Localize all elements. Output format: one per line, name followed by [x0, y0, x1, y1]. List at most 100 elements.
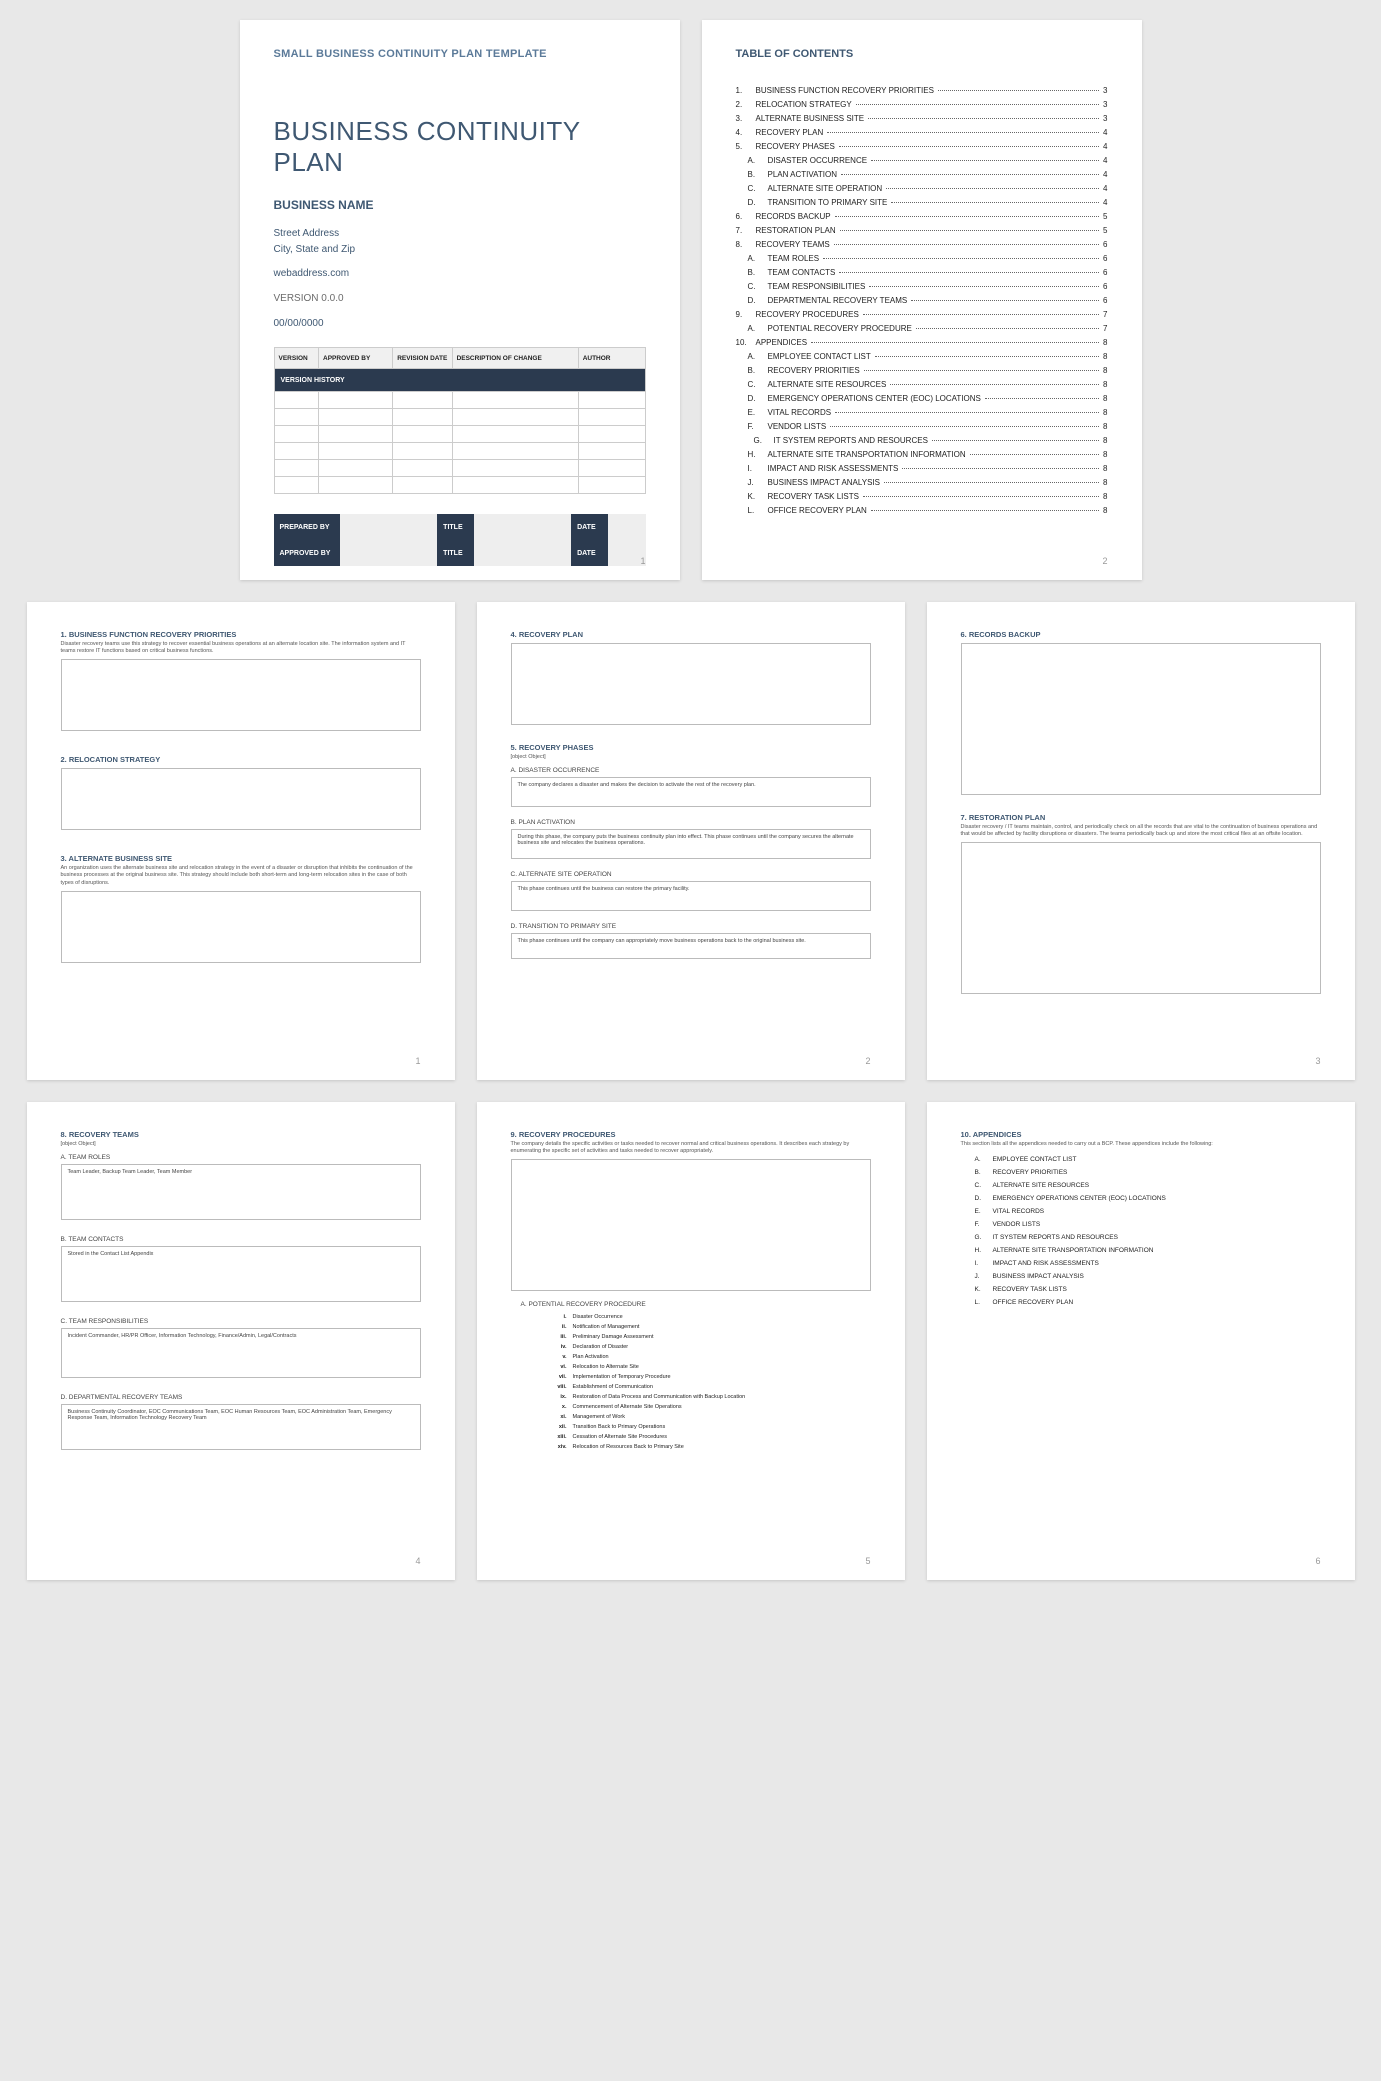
sec-2-box [61, 768, 421, 830]
toc-num: L. [736, 506, 768, 515]
page-number: 1 [415, 1056, 420, 1066]
list-item: D.EMERGENCY OPERATIONS CENTER (EOC) LOCA… [975, 1195, 1321, 1202]
sec-5c-text: This phase continues until the business … [512, 882, 870, 896]
toc-dots [911, 300, 1099, 301]
street-line: Street Address [274, 226, 646, 242]
list-item: E.VITAL RECORDS [975, 1208, 1321, 1215]
title-label-2: TITLE [437, 540, 474, 566]
toc-page: 4 [1103, 156, 1107, 165]
list-text: EMERGENCY OPERATIONS CENTER (EOC) LOCATI… [993, 1195, 1166, 1202]
toc-page: 8 [1103, 450, 1107, 459]
list-item: ix.Restoration of Data Process and Commu… [539, 1394, 871, 1400]
toc-item: 3.ALTERNATE BUSINESS SITE3 [736, 114, 1108, 123]
list-numeral: xii. [539, 1424, 573, 1430]
toc-dots [938, 90, 1099, 91]
list-item: G.IT SYSTEM REPORTS AND RESOURCES [975, 1234, 1321, 1241]
list-item: xii.Transition Back to Primary Operation… [539, 1424, 871, 1430]
document-canvas: SMALL BUSINESS CONTINUITY PLAN TEMPLATE … [0, 0, 1381, 1642]
list-numeral: vii. [539, 1374, 573, 1380]
toc-item: J.BUSINESS IMPACT ANALYSIS8 [736, 478, 1108, 487]
toc-page: 7 [1103, 310, 1107, 319]
toc-page: 4 [1103, 184, 1107, 193]
sec-8d-box: Business Continuity Coordinator, EOC Com… [61, 1404, 421, 1450]
toc-item: 6.RECORDS BACKUP5 [736, 212, 1108, 221]
toc-dots [823, 258, 1099, 259]
page-8: 10. APPENDICES This section lists all th… [927, 1102, 1355, 1580]
toc-num: C. [736, 184, 768, 193]
page-number: 2 [865, 1056, 870, 1066]
list-item: viii.Establishment of Communication [539, 1384, 871, 1390]
list-text: Management of Work [573, 1414, 625, 1420]
toc-dots [871, 510, 1099, 511]
toc-text: BUSINESS FUNCTION RECOVERY PRIORITIES [756, 86, 934, 95]
toc-text: DISASTER OCCURRENCE [768, 156, 868, 165]
sec-8d-text: Business Continuity Coordinator, EOC Com… [62, 1405, 420, 1425]
list-numeral: ix. [539, 1394, 573, 1400]
toc-dots [835, 412, 1099, 413]
toc-page: 8 [1103, 478, 1107, 487]
toc-num: 1. [736, 86, 756, 95]
sec-10-title: 10. APPENDICES [961, 1130, 1321, 1139]
sec-8a-box: Team Leader, Backup Team Leader, Team Me… [61, 1164, 421, 1220]
toc-page: 4 [1103, 170, 1107, 179]
sec-1-desc: Disaster recovery teams use this strateg… [61, 641, 421, 655]
toc-dots [830, 426, 1099, 427]
sec-5a-text: The company declares a disaster and make… [512, 778, 870, 792]
toc-num: A. [736, 352, 768, 361]
toc-text: VENDOR LISTS [768, 422, 827, 431]
sec-5d-box: This phase continues until the company c… [511, 933, 871, 959]
list-item: iii.Preliminary Damage Assessment [539, 1334, 871, 1340]
page-number: 2 [1102, 556, 1107, 566]
table-row [274, 409, 645, 426]
toc-text: RECOVERY TEAMS [756, 240, 830, 249]
page-4: 4. RECOVERY PLAN 5. RECOVERY PHASES [obj… [477, 602, 905, 1080]
list-item: vi.Relocation to Alternate Site [539, 1364, 871, 1370]
toc-text: PLAN ACTIVATION [768, 170, 838, 179]
list-letter: F. [975, 1221, 993, 1228]
toc-page: 8 [1103, 338, 1107, 347]
toc-text: BUSINESS IMPACT ANALYSIS [768, 478, 880, 487]
list-text: ALTERNATE SITE TRANSPORTATION INFORMATIO… [993, 1247, 1154, 1254]
toc-text: RECOVERY PRIORITIES [768, 366, 860, 375]
sec-10-desc: This section lists all the appendices ne… [961, 1141, 1321, 1148]
toc-page: 5 [1103, 212, 1107, 221]
sec-8b-box: Stored in the Contact List Appendix [61, 1246, 421, 1302]
list-item: C.ALTERNATE SITE RESOURCES [975, 1182, 1321, 1189]
toc-text: EMPLOYEE CONTACT LIST [768, 352, 871, 361]
list-numeral: xi. [539, 1414, 573, 1420]
list-text: Disaster Occurrence [573, 1314, 623, 1320]
toc-dots [869, 286, 1099, 287]
list-text: IT SYSTEM REPORTS AND RESOURCES [993, 1234, 1118, 1241]
list-item: ii.Notification of Management [539, 1324, 871, 1330]
list-item: K.RECOVERY TASK LISTS [975, 1286, 1321, 1293]
toc-text: RECORDS BACKUP [756, 212, 831, 221]
list-text: IMPACT AND RISK ASSESSMENTS [993, 1260, 1099, 1267]
toc-page: 8 [1103, 352, 1107, 361]
page-number: 4 [415, 1556, 420, 1566]
toc-text: RECOVERY PLAN [756, 128, 824, 137]
toc-num: D. [736, 198, 768, 207]
list-numeral: xiii. [539, 1434, 573, 1440]
sec-9a-title: A. POTENTIAL RECOVERY PROCEDURE [511, 1301, 871, 1308]
toc-text: POTENTIAL RECOVERY PROCEDURE [768, 324, 912, 333]
page-7: 9. RECOVERY PROCEDURES The company detai… [477, 1102, 905, 1580]
sec-8c-box: Incident Commander, HR/PR Officer, Infor… [61, 1328, 421, 1378]
toc-num: H. [736, 450, 768, 459]
prepared-label: PREPARED BY [274, 514, 341, 540]
sec-6-box [961, 643, 1321, 795]
toc-text: RESTORATION PLAN [756, 226, 836, 235]
sec-5d-title: D. TRANSITION TO PRIMARY SITE [511, 923, 871, 930]
sec-8a-text: Team Leader, Backup Team Leader, Team Me… [62, 1165, 420, 1179]
vh-col-author: AUTHOR [578, 348, 645, 369]
toc-item: H.ALTERNATE SITE TRANSPORTATION INFORMAT… [736, 450, 1108, 459]
sec-5-desc: [object Object] [511, 754, 871, 761]
toc-text: RECOVERY TASK LISTS [768, 492, 859, 501]
toc-page: 8 [1103, 380, 1107, 389]
toc-dots [841, 174, 1099, 175]
toc-text: EMERGENCY OPERATIONS CENTER (EOC) LOCATI… [768, 394, 981, 403]
page-number: 5 [865, 1556, 870, 1566]
toc-page: 8 [1103, 422, 1107, 431]
toc-page: 8 [1103, 366, 1107, 375]
table-row [274, 443, 645, 460]
vh-col-approved: APPROVED BY [319, 348, 393, 369]
